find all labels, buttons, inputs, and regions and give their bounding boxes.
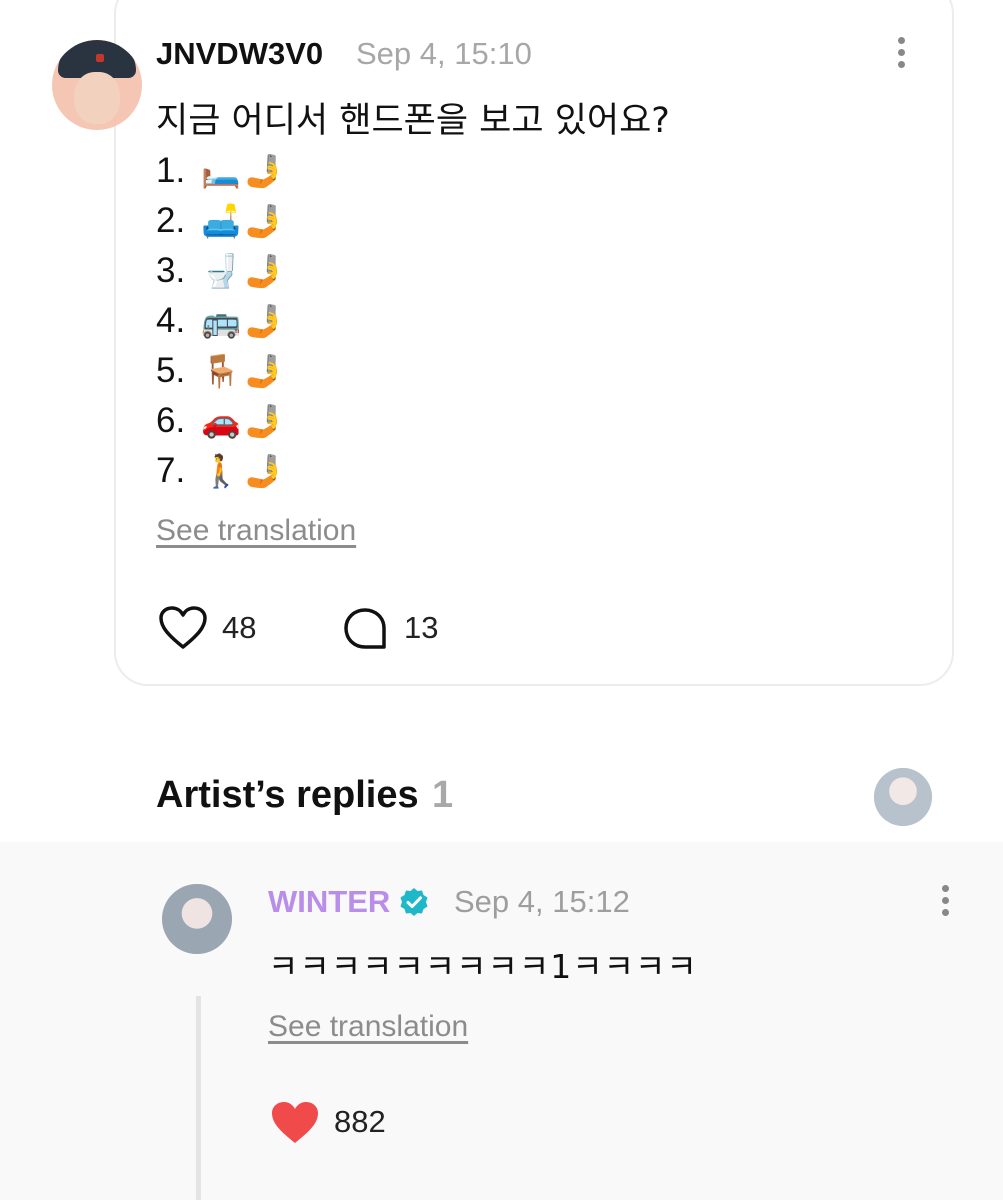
post-author-name[interactable]: JNVDW3V0 [156,36,323,72]
car-icon: 🚗 [201,403,241,439]
list-item: 6. 🚗 🤳 [156,401,284,440]
reply-see-translation-link[interactable]: See translation [268,1010,468,1044]
artist-replies-heading: Artist’s replies [156,774,419,816]
selfie-hand-icon: 🤳 [244,453,284,489]
reply-author-name[interactable]: WINTER [268,884,390,920]
chair-icon: 🪑 [201,353,241,389]
post-timestamp: Sep 4, 15:10 [356,36,532,71]
reply-like-count: 882 [334,1104,386,1139]
list-item: 7. 🚶 🤳 [156,451,284,490]
selfie-hand-icon: 🤳 [244,153,284,189]
heart-filled-icon[interactable] [270,1100,320,1146]
comment-bubble-icon[interactable] [342,606,388,652]
post-more-options-icon[interactable] [886,30,916,74]
heart-outline-icon[interactable] [158,605,208,651]
reply-more-options-icon[interactable] [930,878,960,922]
list-item: 5. 🪑 🤳 [156,351,284,390]
post-like-count: 48 [222,610,257,645]
bus-icon: 🚌 [201,303,241,339]
list-item: 4. 🚌 🤳 [156,301,284,340]
post-emoji-list: 1. 🛏️ 🤳 2. 🛋️ 🤳 3. 🚽 🤳 4. 🚌 🤳 5. 🪑 🤳 6. 🚗 🤳 7. 🚶 🤳 [156,146,284,496]
reply-text: ㅋㅋㅋㅋㅋㅋㅋㅋㅋ1ㅋㅋㅋㅋ [268,947,698,986]
reply-timestamp: Sep 4, 15:12 [454,884,630,919]
selfie-hand-icon: 🤳 [244,253,284,289]
selfie-hand-icon: 🤳 [244,353,284,389]
walking-person-icon: 🚶 [201,453,241,489]
verified-badge-icon [400,888,428,916]
post-comment-count: 13 [404,610,439,645]
post-author-avatar[interactable] [52,40,142,130]
toilet-icon: 🚽 [201,253,241,289]
artist-replies-count: 1 [432,774,454,816]
selfie-hand-icon: 🤳 [244,403,284,439]
artist-avatar-small[interactable] [874,768,932,826]
bed-icon: 🛏️ [201,153,241,189]
selfie-hand-icon: 🤳 [244,303,284,339]
selfie-hand-icon: 🤳 [244,203,284,239]
post-see-translation-link[interactable]: See translation [156,514,356,548]
thread-line [196,996,201,1200]
couch-icon: 🛋️ [201,203,241,239]
list-item: 2. 🛋️ 🤳 [156,201,284,240]
reply-author-avatar[interactable] [162,884,232,954]
post-text: 지금 어디서 핸드폰을 보고 있어요? [156,101,670,141]
list-item: 3. 🚽 🤳 [156,251,284,290]
list-item: 1. 🛏️ 🤳 [156,151,284,190]
